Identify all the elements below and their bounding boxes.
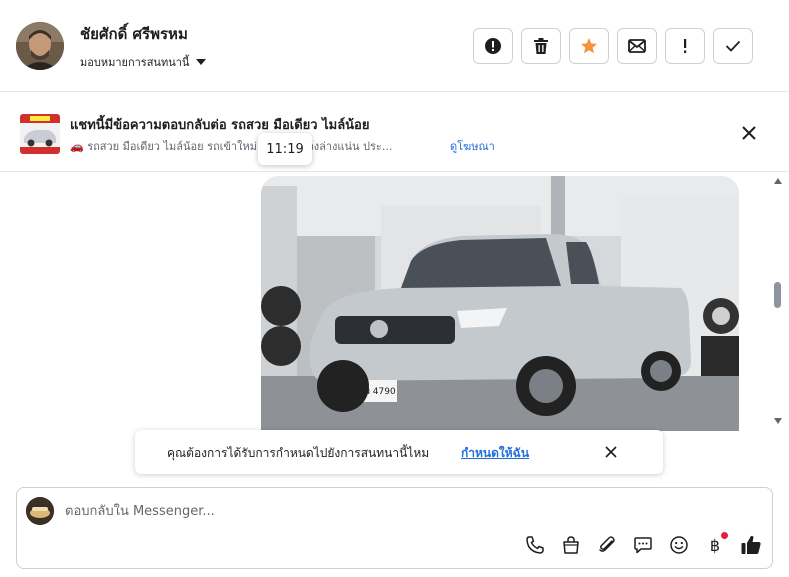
baht-symbol: ฿ <box>709 535 721 555</box>
caret-down-icon <box>196 59 207 65</box>
close-icon[interactable] <box>604 445 618 459</box>
spam-button[interactable] <box>473 28 513 64</box>
see-ad-link[interactable]: ดูโฆษณา <box>450 137 495 155</box>
follow-up-button[interactable] <box>665 28 705 64</box>
ad-notice-title: แชทนี้มีข้อความตอบกลับต่อ รถสวย มือเดียว… <box>70 118 370 133</box>
trash-icon <box>534 38 548 54</box>
checkmark-icon <box>725 40 741 52</box>
scroll-up-arrow-icon[interactable] <box>773 177 783 185</box>
notification-dot <box>721 532 728 539</box>
header-actions <box>473 28 753 64</box>
phone-icon[interactable] <box>524 534 546 556</box>
scrollbar-thumb[interactable] <box>774 282 781 308</box>
assign-label: มอบหมายการสนทนานี้ <box>80 56 190 69</box>
chat-bubble-icon[interactable] <box>632 534 654 556</box>
alert-circle-icon <box>485 38 501 54</box>
mark-unread-button[interactable] <box>617 28 657 64</box>
reply-input[interactable] <box>65 500 665 522</box>
delete-button[interactable] <box>521 28 561 64</box>
assign-to-me-link[interactable]: กำหนดให้ฉัน <box>461 444 529 463</box>
exclamation-icon <box>684 39 687 53</box>
paperclip-icon[interactable] <box>596 534 618 556</box>
timestamp-tooltip: 11:19 <box>258 133 312 165</box>
star-button[interactable] <box>569 28 609 64</box>
contact-avatar[interactable] <box>16 22 64 70</box>
assign-dropdown[interactable]: มอบหมายการสนทนานี้ <box>80 53 207 71</box>
contact-name[interactable]: ชัยศักดิ์ ศรีพรหม <box>80 22 188 46</box>
mark-done-button[interactable] <box>713 28 753 64</box>
ad-notice-subtitle: 🚗 รถสวย มือเดียว ไมล์น้อย รถเข้าใหม่ เคร… <box>70 140 393 153</box>
thumbs-up-icon[interactable] <box>740 534 762 556</box>
conversation-header: ชัยศักดิ์ ศรีพรหม มอบหมายการสนทนานี้ <box>0 0 789 92</box>
close-icon[interactable] <box>740 124 758 142</box>
page-avatar <box>26 497 54 525</box>
emoji-icon[interactable] <box>668 534 690 556</box>
star-icon <box>581 38 597 54</box>
ad-thumbnail[interactable] <box>20 114 60 154</box>
reply-composer: ฿ <box>16 487 773 569</box>
assign-prompt-text: คุณต้องการได้รับการกำหนดไปยังการสนทนานี้… <box>167 446 430 460</box>
scroll-down-arrow-icon[interactable] <box>773 417 783 425</box>
envelope-icon <box>628 39 646 53</box>
assign-prompt-toast: คุณต้องการได้รับการกำหนดไปยังการสนทนานี้… <box>135 430 663 474</box>
baht-icon[interactable]: ฿ <box>704 532 728 556</box>
shopping-bag-icon[interactable] <box>560 534 582 556</box>
car-photo-message[interactable]: บพ 4790 <box>261 176 739 431</box>
composer-toolbar: ฿ <box>524 532 762 556</box>
